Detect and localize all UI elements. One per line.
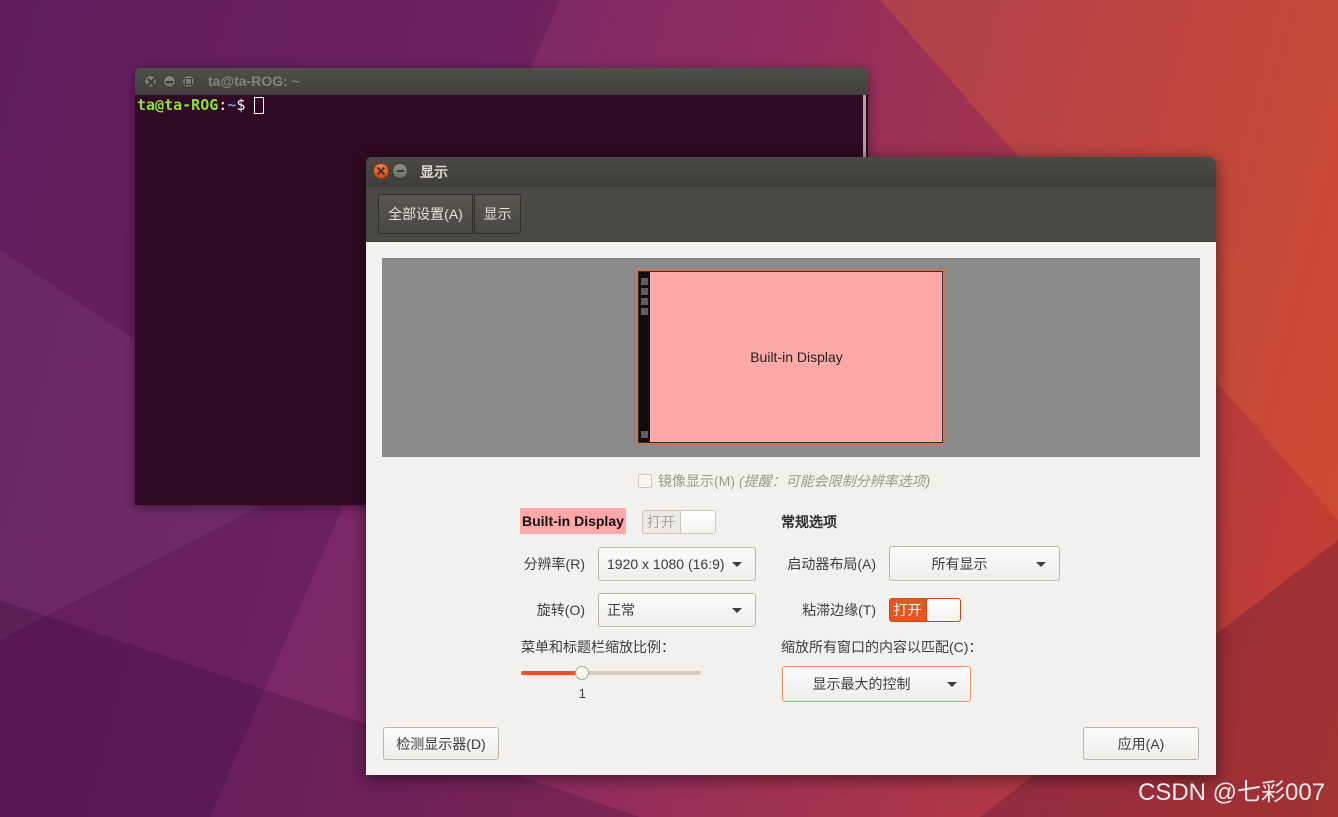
terminal-title: ta@ta-ROG: ~ [208,73,300,89]
minimize-icon [166,80,173,83]
scale-all-windows-dropdown[interactable]: 显示最大的控制 [782,666,971,702]
scale-all-windows-value: 显示最大的控制 [812,676,911,692]
monitor-name-label: Built-in Display [520,508,626,534]
mirror-label: 镜像显示(M) [658,473,735,489]
maximize-icon [185,78,192,85]
terminal-minimize-button[interactable] [163,75,176,88]
mirror-checkbox[interactable] [638,474,652,488]
display-settings-window[interactable]: 显示 全部设置(A) 显示 Built-in Display 镜像显示(M) (… [366,157,1216,775]
window-close-button[interactable] [373,163,389,179]
detect-displays-button[interactable]: 检测显示器(D) [383,727,499,760]
triangle-down-icon [947,682,957,687]
scale-label: 菜单和标题栏缩放比例： [521,639,675,655]
apply-button[interactable]: 应用(A) [1083,727,1199,760]
close-icon [377,167,385,175]
launcher-placement-dropdown[interactable]: 所有显示 [889,546,1060,581]
resolution-value: 1920 x 1080 (16:9) [607,556,725,572]
switch-label: 打开 [893,602,922,618]
resolution-label: 分辨率(R) [523,556,585,572]
scale-slider-knob[interactable] [575,666,590,680]
switch-knob [680,511,715,533]
rotation-dropdown[interactable]: 正常 [598,593,756,627]
mirror-row: 镜像显示(M) (提醒：可能会限制分辨率选项) [638,471,930,491]
toolbar: 全部设置(A) 显示 [366,187,1216,242]
scale-slider-fill [521,671,583,675]
general-options-heading: 常规选项 [781,514,837,530]
close-icon [147,78,155,86]
prompt-separator: : [218,96,228,114]
prompt-symbol: $ [236,96,246,114]
display-window-titlebar[interactable]: 显示 [366,157,1216,187]
scale-all-windows-label: 缩放所有窗口的内容以匹配(C)： [781,639,983,655]
resolution-dropdown[interactable]: 1920 x 1080 (16:9) [598,547,756,581]
watermark: CSDN @七彩007 [1138,779,1326,806]
scale-slider[interactable]: 1 [521,666,701,701]
monitor-preview-label: Built-in Display [750,349,843,365]
sticky-edges-switch[interactable]: 打开 [889,598,961,622]
monitor-preview-builtin[interactable]: Built-in Display [636,269,945,445]
prompt-user-host: ta@ta-ROG [137,96,219,114]
switch-knob [926,599,960,621]
monitor-arrangement-preview[interactable]: Built-in Display [382,258,1200,457]
minimize-icon [396,170,404,172]
terminal-maximize-button[interactable] [182,75,195,88]
launcher-placement-value: 所有显示 [931,555,988,572]
triangle-down-icon [1036,561,1046,567]
switch-label: 打开 [647,514,675,530]
terminal-titlebar[interactable]: ta@ta-ROG: ~ [135,68,868,95]
rotation-value: 正常 [607,602,635,618]
terminal-cursor [254,97,265,114]
breadcrumb-display-button[interactable]: 显示 [474,194,521,234]
monitor-power-switch[interactable]: 打开 [642,510,716,534]
launcher-placement-label: 启动器布局(A) [787,556,876,572]
all-settings-button[interactable]: 全部设置(A) [378,194,473,234]
triangle-down-icon [732,608,742,613]
window-title: 显示 [420,164,448,180]
terminal-scrollbar[interactable] [863,95,866,157]
terminal-close-button[interactable] [144,75,157,88]
prompt-path: ~ [227,96,237,114]
window-minimize-button[interactable] [392,163,408,179]
triangle-down-icon [732,562,742,567]
mirror-hint: (提醒：可能会限制分辨率选项) [739,473,931,489]
sticky-edges-label: 粘滞边缘(T) [802,602,876,618]
rotation-label: 旋转(O) [536,602,585,618]
scale-slider-value: 1 [578,686,586,701]
